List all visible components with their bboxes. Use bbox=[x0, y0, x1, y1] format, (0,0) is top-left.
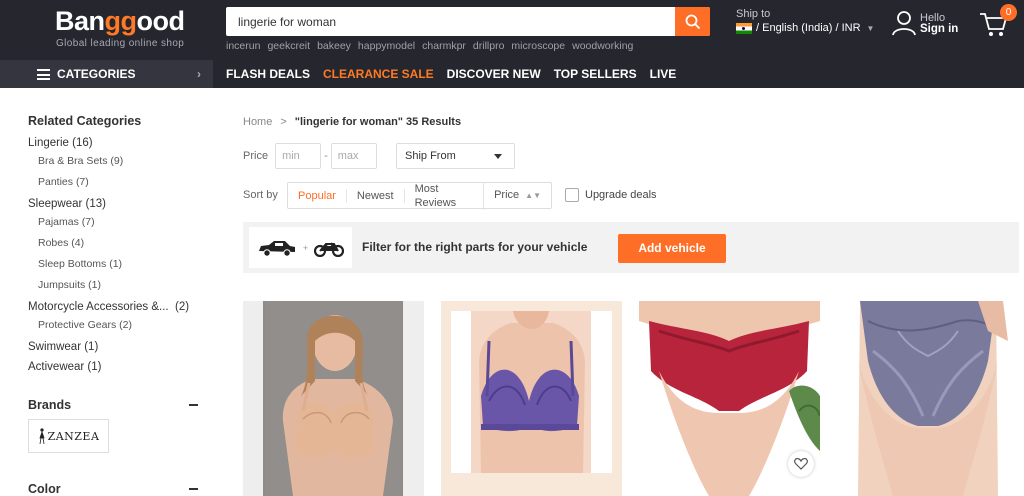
ship-from-dropdown[interactable]: Ship From bbox=[396, 143, 515, 169]
nav-flash-deals[interactable]: FLASH DEALS bbox=[226, 67, 310, 81]
sort-price-label: Price bbox=[494, 189, 520, 201]
hot-word-link[interactable]: drillpro bbox=[473, 40, 505, 52]
breadcrumb: Home > "lingerie for woman" 35 Results bbox=[243, 116, 461, 128]
brand-logo-zanzea[interactable]: ZANZEA bbox=[28, 419, 109, 453]
hot-search-words: incerun geekcreit bakeey happymodel char… bbox=[226, 40, 633, 52]
search-bar bbox=[226, 7, 710, 36]
motorcycle-icon bbox=[314, 242, 345, 257]
price-max-input[interactable]: max bbox=[330, 143, 377, 169]
nav-discover-new[interactable]: DISCOVER NEW bbox=[447, 67, 541, 81]
main-nav: FLASH DEALS CLEARANCE SALE DISCOVER NEW … bbox=[226, 67, 676, 81]
upgrade-deals-toggle[interactable]: Upgrade deals bbox=[565, 188, 657, 202]
user-icon[interactable] bbox=[892, 10, 916, 36]
product-image bbox=[451, 311, 612, 473]
search-icon bbox=[685, 14, 700, 29]
sort-most-reviews[interactable]: Most Reviews bbox=[405, 181, 485, 210]
subcategory-link[interactable]: Panties (7) bbox=[28, 172, 208, 193]
product-card[interactable] bbox=[243, 301, 424, 496]
car-icon bbox=[258, 240, 295, 257]
search-input[interactable] bbox=[226, 7, 674, 36]
sort-newest[interactable]: Newest bbox=[347, 188, 405, 203]
cart-count-badge: 0 bbox=[1000, 4, 1017, 21]
sort-arrows-icon: ▲▼ bbox=[525, 191, 541, 200]
breadcrumb-current: "lingerie for woman" 35 Results bbox=[294, 116, 462, 128]
nav-clearance-sale[interactable]: CLEARANCE SALE bbox=[323, 67, 434, 81]
sort-price[interactable]: Price ▲▼ bbox=[484, 188, 551, 203]
price-label: Price bbox=[243, 150, 269, 162]
brand-figure-icon bbox=[39, 428, 45, 444]
sign-in-link[interactable]: Sign in bbox=[920, 23, 958, 35]
vehicle-filter-banner: + Filter for the right parts for your ve… bbox=[243, 222, 1019, 273]
logo-text-accent: gg bbox=[104, 6, 138, 36]
hot-word-link[interactable]: geekcreit bbox=[267, 40, 310, 52]
categories-menu-button[interactable]: CATEGORIES › bbox=[0, 60, 213, 88]
upgrade-deals-checkbox[interactable] bbox=[565, 188, 579, 202]
caret-down-icon bbox=[494, 154, 502, 159]
ship-to-value: / English (India) / INR bbox=[756, 22, 861, 34]
logo-text-part: Ban bbox=[55, 6, 105, 36]
price-filter: Price min - max bbox=[243, 143, 377, 169]
hamburger-icon bbox=[37, 69, 50, 83]
breadcrumb-home[interactable]: Home bbox=[243, 116, 272, 128]
nav-live[interactable]: LIVE bbox=[650, 67, 677, 81]
product-card[interactable] bbox=[838, 301, 1019, 496]
category-link[interactable]: Lingerie (16) bbox=[28, 136, 208, 151]
category-link[interactable]: Motorcycle Accessories &... (2) bbox=[28, 300, 208, 315]
nav-top-sellers[interactable]: TOP SELLERS bbox=[554, 67, 637, 81]
vehicle-filter-text: Filter for the right parts for your vehi… bbox=[362, 240, 588, 254]
logo-tagline: Global leading online shop bbox=[56, 38, 185, 49]
categories-label: CATEGORIES bbox=[57, 67, 136, 81]
subcategory-link[interactable]: Bra & Bra Sets (9) bbox=[28, 151, 208, 172]
product-image bbox=[838, 301, 1019, 496]
ship-from-label: Ship From bbox=[405, 150, 456, 162]
logo-text-part: ood bbox=[136, 6, 185, 36]
search-button[interactable] bbox=[675, 7, 710, 36]
heart-icon bbox=[794, 458, 808, 470]
add-vehicle-button[interactable]: Add vehicle bbox=[618, 234, 726, 263]
hot-word-link[interactable]: happymodel bbox=[358, 40, 415, 52]
sort-popular[interactable]: Popular bbox=[288, 188, 347, 203]
banggood-logo[interactable]: Banggood bbox=[55, 6, 185, 37]
subcategory-link[interactable]: Pajamas (7) bbox=[28, 212, 208, 233]
hot-word-link[interactable]: microscope bbox=[511, 40, 565, 52]
brands-section-header[interactable]: Brands bbox=[28, 398, 198, 412]
product-image bbox=[263, 301, 403, 496]
caret-down-icon: ▼ bbox=[866, 23, 875, 33]
color-section-header[interactable]: Color bbox=[28, 482, 198, 496]
subcategory-link[interactable]: Sleep Bottoms (1) bbox=[28, 254, 208, 275]
subcategory-link[interactable]: Protective Gears (2) bbox=[28, 315, 208, 336]
ship-to-selector[interactable]: / English (India) / INR ▼ bbox=[736, 22, 874, 34]
sort-by-label: Sort by bbox=[243, 189, 278, 201]
category-link[interactable]: Activewear (1) bbox=[28, 360, 208, 375]
color-title: Color bbox=[28, 482, 61, 496]
brands-title: Brands bbox=[28, 398, 72, 412]
related-categories-title: Related Categories bbox=[28, 114, 142, 128]
product-card[interactable] bbox=[639, 301, 820, 496]
collapse-icon bbox=[189, 488, 198, 490]
breadcrumb-separator: > bbox=[280, 116, 287, 128]
filter-sidebar: Related Categories Lingerie (16) Bra & B… bbox=[28, 114, 208, 375]
chevron-right-icon: › bbox=[197, 67, 201, 81]
subcategory-link[interactable]: Robes (4) bbox=[28, 233, 208, 254]
subcategory-link[interactable]: Jumpsuits (1) bbox=[28, 275, 208, 296]
wishlist-button[interactable] bbox=[788, 451, 814, 477]
product-card[interactable] bbox=[441, 301, 622, 496]
hot-word-link[interactable]: bakeey bbox=[317, 40, 351, 52]
hot-word-link[interactable]: charmkpr bbox=[422, 40, 466, 52]
sort-options: Popular Newest Most Reviews Price ▲▼ bbox=[287, 181, 552, 210]
brand-logo-text: ZANZEA bbox=[47, 429, 100, 443]
hot-word-link[interactable]: woodworking bbox=[572, 40, 633, 52]
ship-to-label: Ship to bbox=[736, 8, 771, 20]
category-link[interactable]: Swimwear (1) bbox=[28, 340, 208, 355]
price-dash: - bbox=[324, 150, 328, 162]
price-min-input[interactable]: min bbox=[275, 143, 322, 169]
collapse-icon bbox=[189, 404, 198, 406]
plus-sign: + bbox=[302, 242, 309, 253]
category-link[interactable]: Sleepwear (13) bbox=[28, 197, 208, 212]
vehicle-icons: + bbox=[249, 227, 352, 268]
india-flag-icon bbox=[736, 22, 752, 34]
upgrade-deals-label: Upgrade deals bbox=[585, 189, 657, 201]
hot-word-link[interactable]: incerun bbox=[226, 40, 260, 52]
